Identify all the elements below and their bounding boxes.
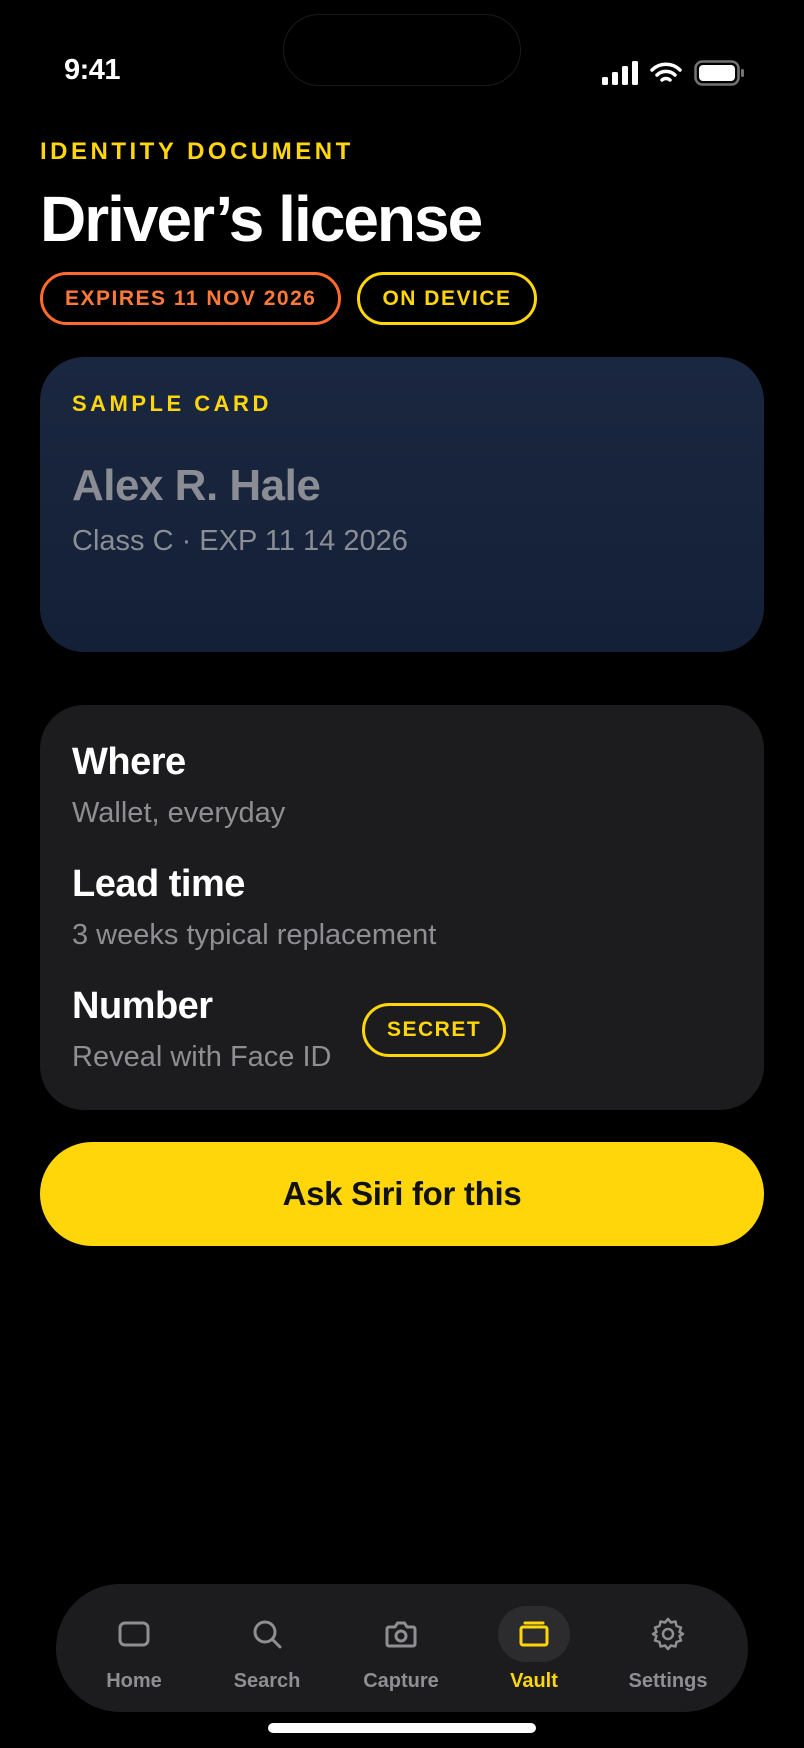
ask-siri-button[interactable]: Ask Siri for this bbox=[40, 1142, 764, 1246]
tab-home[interactable]: Home bbox=[74, 1584, 194, 1712]
tab-label: Vault bbox=[510, 1670, 558, 1692]
page-title: Driver’s license bbox=[40, 183, 483, 255]
dynamic-island bbox=[283, 14, 521, 86]
card-details: Class C · EXP 11 14 2026 bbox=[72, 525, 408, 557]
tab-label: Settings bbox=[628, 1670, 708, 1692]
tab-label: Capture bbox=[363, 1670, 439, 1692]
cellular-signal-icon bbox=[602, 61, 638, 85]
status-time: 9:41 bbox=[64, 54, 121, 86]
tab-label: Search bbox=[233, 1670, 301, 1692]
number-label: Number bbox=[72, 985, 213, 1027]
sample-card-label: SAMPLE CARD bbox=[72, 391, 272, 416]
tab-settings[interactable]: Settings bbox=[608, 1584, 728, 1712]
camera-icon bbox=[385, 1621, 417, 1648]
tab-vault[interactable]: Vault bbox=[474, 1584, 594, 1712]
document-info-panel: Where Wallet, everyday Lead time 3 weeks… bbox=[40, 705, 764, 1110]
number-value: Reveal with Face ID bbox=[72, 1041, 332, 1073]
home-indicator[interactable] bbox=[268, 1723, 536, 1733]
tab-search[interactable]: Search bbox=[207, 1584, 327, 1712]
tab-bar: Home Search Capture Vault Settings bbox=[56, 1584, 748, 1712]
battery-icon bbox=[694, 60, 744, 86]
card-holder-name: Alex R. Hale bbox=[72, 461, 321, 510]
document-category: IDENTITY DOCUMENT bbox=[40, 138, 354, 165]
tab-capture[interactable]: Capture bbox=[341, 1584, 461, 1712]
where-value: Wallet, everyday bbox=[72, 797, 286, 829]
home-icon bbox=[118, 1621, 150, 1647]
status-badges: EXPIRES 11 NOV 2026 ON DEVICE bbox=[40, 272, 537, 325]
lead-time-value: 3 weeks typical replacement bbox=[72, 919, 437, 951]
tab-label: Home bbox=[106, 1670, 162, 1692]
expiry-badge: EXPIRES 11 NOV 2026 bbox=[40, 272, 342, 325]
vault-icon bbox=[519, 1621, 549, 1647]
search-icon bbox=[253, 1620, 282, 1649]
wifi-icon bbox=[650, 62, 682, 82]
gear-icon bbox=[651, 1617, 685, 1651]
status-bar: 9:41 bbox=[0, 0, 804, 120]
sample-license-card[interactable]: SAMPLE CARD Alex R. Hale Class C · EXP 1… bbox=[40, 357, 764, 652]
where-label: Where bbox=[72, 741, 186, 783]
status-icons bbox=[602, 60, 746, 86]
lead-time-label: Lead time bbox=[72, 863, 245, 905]
reveal-secret-button[interactable]: SECRET bbox=[362, 1003, 507, 1057]
on-device-badge: ON DEVICE bbox=[357, 272, 537, 325]
